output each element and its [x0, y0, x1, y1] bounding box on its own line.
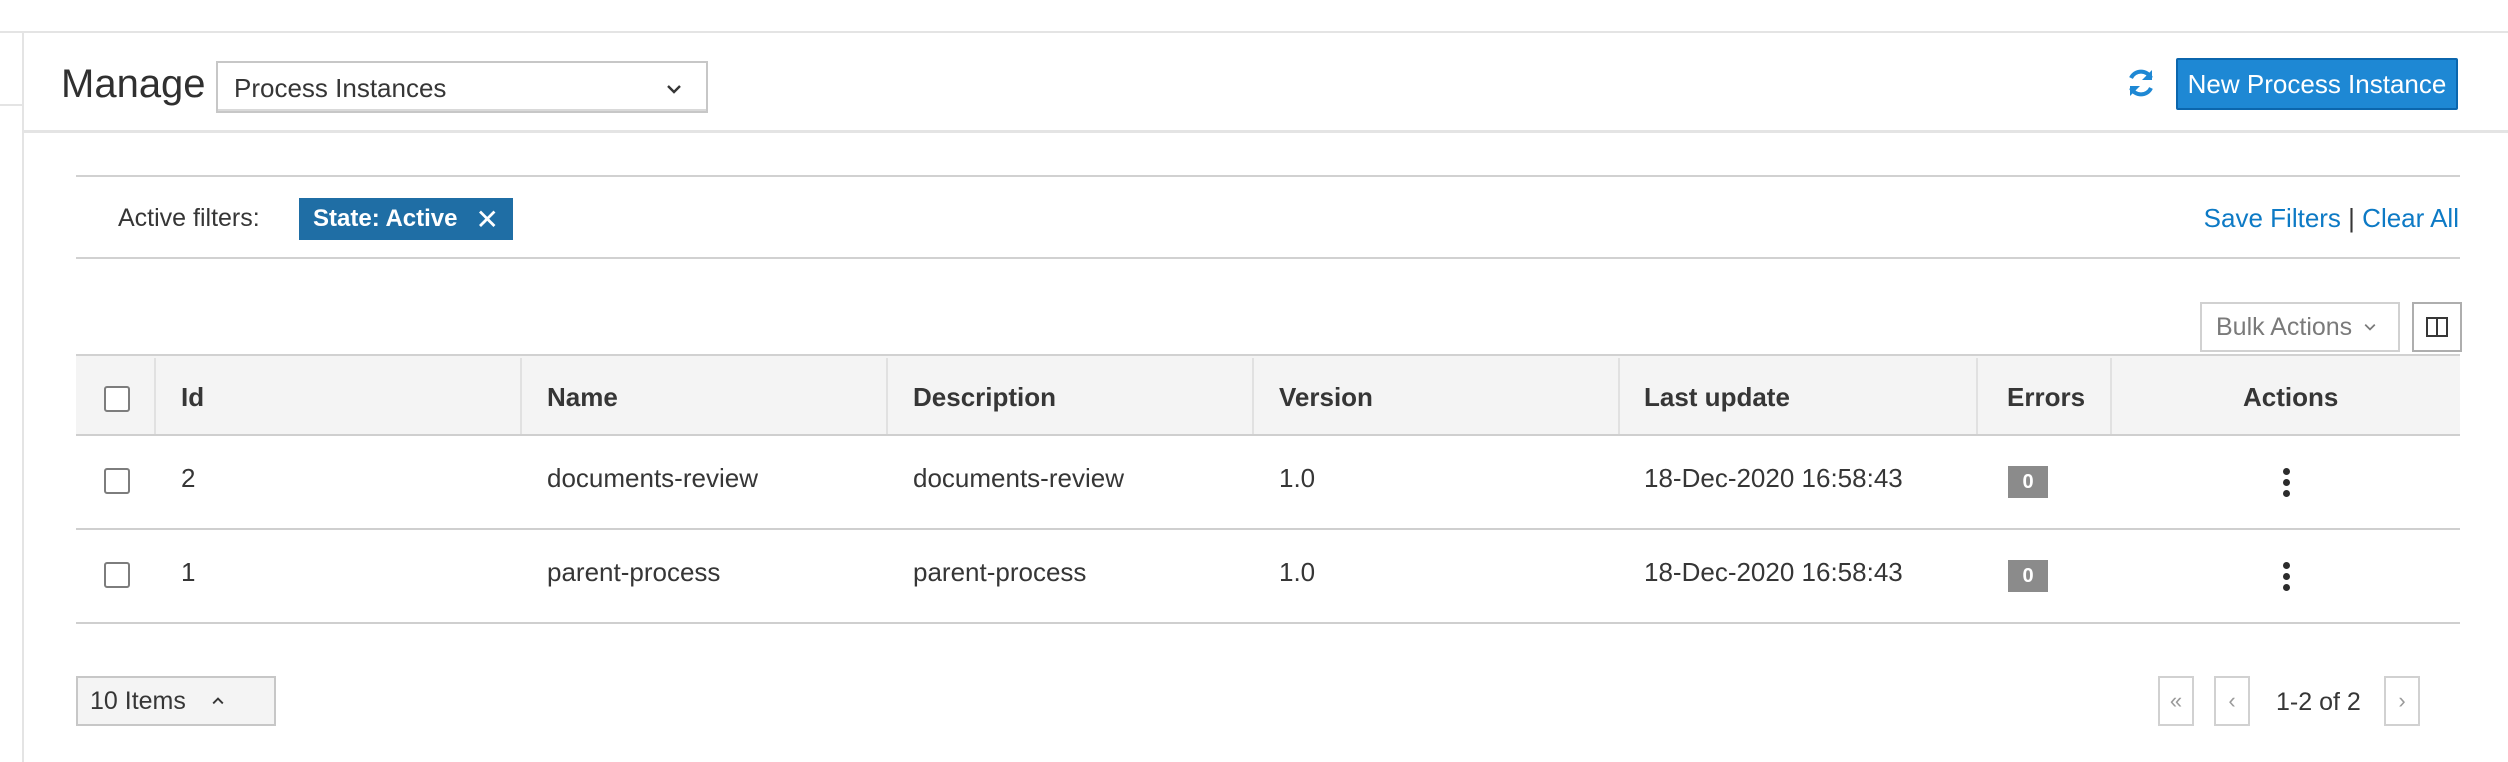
- close-icon[interactable]: ✕: [476, 203, 499, 236]
- filter-chip-label: State: Active: [313, 205, 458, 232]
- cell-id: 1: [181, 557, 196, 587]
- cell-last-update: 18-Dec-2020 16:58:43: [1644, 463, 1903, 493]
- select-all-checkbox[interactable]: [104, 386, 130, 412]
- gutter-divider: [0, 104, 24, 106]
- row-checkbox[interactable]: [104, 562, 130, 588]
- columns-icon: [2426, 317, 2448, 337]
- column-separator: [1976, 358, 1978, 434]
- column-separator: [520, 358, 522, 434]
- bulk-actions-dropdown[interactable]: Bulk Actions: [2200, 302, 2400, 352]
- errors-badge: 0: [2008, 466, 2048, 498]
- top-bar: [0, 0, 2508, 33]
- per-page-dropdown[interactable]: 10 Items: [76, 676, 276, 726]
- column-header-name[interactable]: Name: [547, 382, 618, 413]
- column-header-version[interactable]: Version: [1279, 382, 1373, 413]
- kebab-menu-icon[interactable]: [2280, 562, 2292, 592]
- column-header-last-update[interactable]: Last update: [1644, 382, 1790, 413]
- chevron-left-icon: ‹: [2228, 688, 2236, 713]
- table-row[interactable]: 2 documents-review documents-review 1.0 …: [76, 436, 2460, 530]
- filter-links: Save Filters | Clear All: [2204, 203, 2459, 234]
- page-range: 1-2 of 2: [2276, 688, 2361, 716]
- column-management-button[interactable]: [2412, 302, 2462, 352]
- cell-version: 1.0: [1279, 463, 1316, 493]
- table-row[interactable]: 1 parent-process parent-process 1.0 18-D…: [76, 530, 2460, 624]
- column-separator: [2110, 358, 2112, 434]
- kebab-menu-icon[interactable]: [2280, 468, 2292, 498]
- table-header: Id Name Description Version Last update …: [76, 354, 2460, 436]
- next-page-button[interactable]: ›: [2384, 676, 2420, 726]
- refresh-icon[interactable]: [2124, 66, 2158, 100]
- active-filters-label: Active filters:: [118, 204, 260, 232]
- per-page-label: 10 Items: [90, 686, 186, 715]
- chevron-down-icon: [2364, 323, 2376, 331]
- cell-last-update: 18-Dec-2020 16:58:43: [1644, 557, 1903, 587]
- cell-version: 1.0: [1279, 557, 1316, 587]
- bulk-actions-label: Bulk Actions: [2216, 312, 2353, 341]
- column-header-actions: Actions: [2243, 382, 2339, 412]
- filter-bar-top-border: [76, 175, 2460, 177]
- column-header-errors[interactable]: Errors: [2007, 382, 2085, 413]
- cell-name: documents-review: [547, 463, 758, 493]
- filter-bar-bottom-border: [76, 257, 2460, 259]
- page-title: Manage: [61, 62, 206, 106]
- row-checkbox[interactable]: [104, 468, 130, 494]
- cell-id: 2: [181, 463, 196, 493]
- column-header-id[interactable]: Id: [181, 382, 204, 413]
- double-chevron-left-icon: «: [2169, 688, 2183, 713]
- header-divider: [24, 130, 2508, 133]
- view-select[interactable]: Process Instances: [216, 61, 708, 113]
- column-separator: [154, 358, 156, 434]
- view-select-value: Process Instances: [234, 73, 447, 103]
- cell-name: parent-process: [547, 557, 721, 587]
- new-process-instance-button[interactable]: New Process Instance: [2176, 58, 2458, 110]
- column-separator: [886, 358, 888, 434]
- left-gutter: [0, 33, 24, 762]
- column-separator: [1618, 358, 1620, 434]
- cell-description: documents-review: [913, 463, 1124, 493]
- column-separator: [1252, 358, 1254, 434]
- filter-chip-state: State: Active ✕: [299, 198, 513, 240]
- chevron-right-icon: ›: [2398, 688, 2406, 713]
- chevron-down-icon: [667, 85, 681, 94]
- errors-badge: 0: [2008, 560, 2048, 592]
- previous-page-button[interactable]: ‹: [2214, 676, 2250, 726]
- filter-links-separator: |: [2348, 203, 2355, 233]
- column-header-description[interactable]: Description: [913, 382, 1056, 413]
- save-filters-link[interactable]: Save Filters: [2204, 203, 2341, 233]
- chevron-up-icon: [212, 697, 224, 705]
- cell-description: parent-process: [913, 557, 1087, 587]
- first-page-button[interactable]: «: [2158, 676, 2194, 726]
- clear-all-link[interactable]: Clear All: [2362, 203, 2459, 233]
